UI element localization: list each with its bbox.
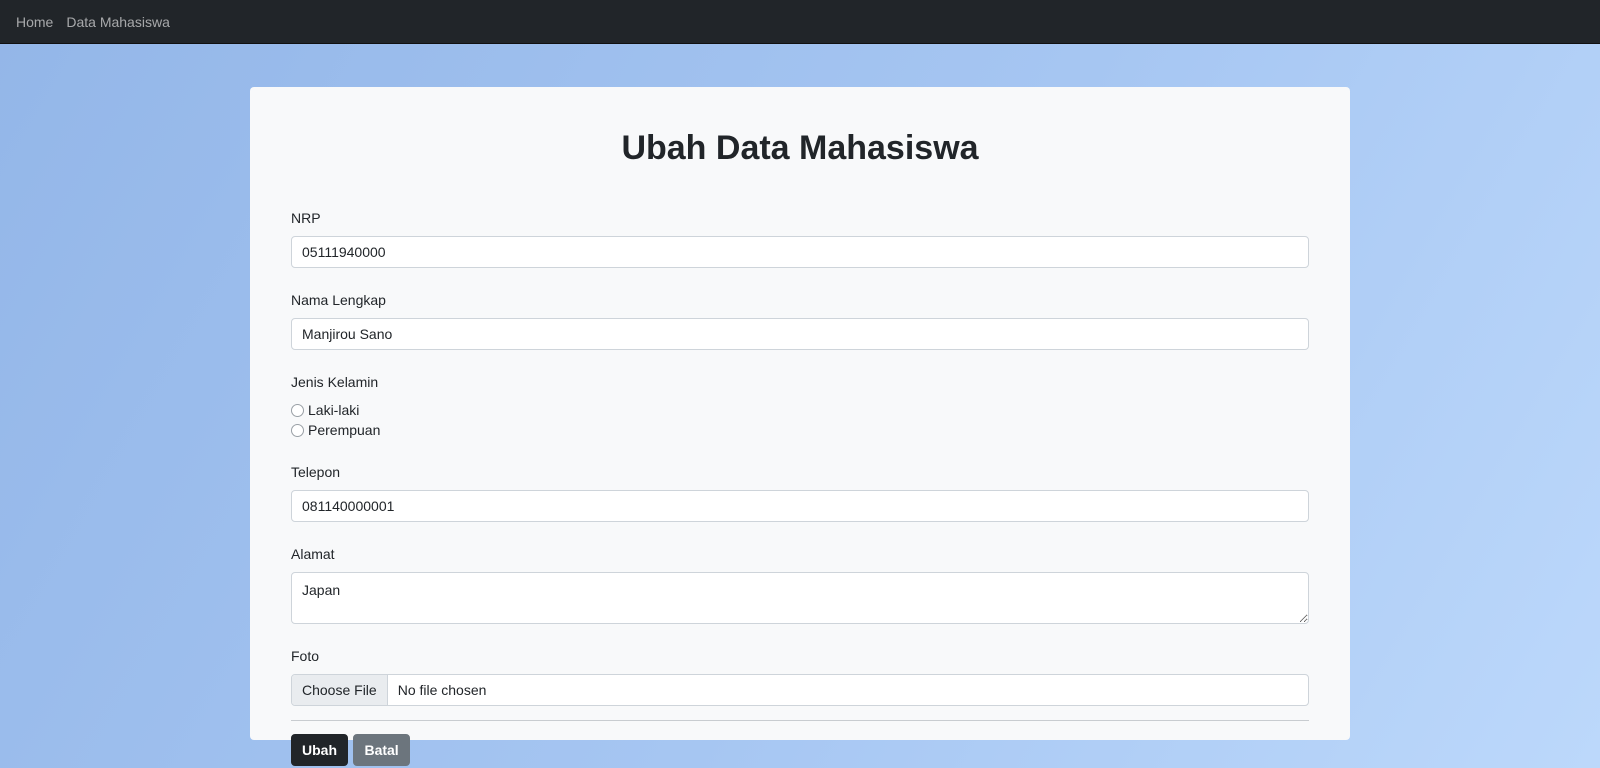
alamat-group: Alamat Japan <box>291 545 1309 624</box>
choose-file-button[interactable]: Choose File <box>292 675 388 705</box>
radio-button-laki-laki[interactable] <box>291 403 304 417</box>
telepon-group: Telepon 081140000001 <box>291 463 1309 522</box>
nrp-group: NRP 05111940000 <box>291 209 1309 268</box>
form-divider <box>291 720 1309 721</box>
nama-lengkap-input[interactable]: Manjirou Sano <box>291 318 1309 350</box>
nama-group: Nama Lengkap Manjirou Sano <box>291 291 1309 350</box>
radio-laki-laki[interactable]: Laki-laki <box>291 400 1309 420</box>
form-actions: Ubah Batal <box>291 734 1309 766</box>
telepon-input[interactable]: 081140000001 <box>291 490 1309 522</box>
alamat-label: Alamat <box>291 546 335 562</box>
edit-form-card: Ubah Data Mahasiswa NRP 05111940000 Nama… <box>250 87 1350 766</box>
radio-perempuan[interactable]: Perempuan <box>291 420 1309 440</box>
jenis-kelamin-label: Jenis Kelamin <box>291 374 379 390</box>
file-status-text: No file chosen <box>397 682 487 698</box>
jenis-kelamin-group: Jenis Kelamin Laki-laki Perempuan <box>291 373 1309 440</box>
page-title: Ubah Data Mahasiswa <box>621 129 979 167</box>
nrp-input[interactable]: 05111940000 <box>291 236 1309 268</box>
alamat-textarea[interactable]: Japan <box>291 572 1309 624</box>
foto-group: Foto Choose File No file chosen <box>291 647 1309 706</box>
radio-label-laki-laki: Laki-laki <box>308 402 360 418</box>
nav-link-data-mahasiswa[interactable]: Data Mahasiswa <box>66 14 170 30</box>
nav-link-home[interactable]: Home <box>16 14 53 30</box>
nama-lengkap-label: Nama Lengkap <box>291 292 386 308</box>
foto-label: Foto <box>291 648 320 664</box>
foto-file-input[interactable]: Choose File No file chosen <box>291 674 1309 706</box>
batal-button[interactable]: Batal <box>353 734 410 766</box>
nrp-label: NRP <box>291 210 321 226</box>
telepon-label: Telepon <box>291 464 341 480</box>
radio-button-perempuan[interactable] <box>291 423 304 437</box>
radio-label-perempuan: Perempuan <box>308 422 381 438</box>
ubah-button[interactable]: Ubah <box>291 734 348 766</box>
navbar: Home Data Mahasiswa <box>0 0 1600 44</box>
